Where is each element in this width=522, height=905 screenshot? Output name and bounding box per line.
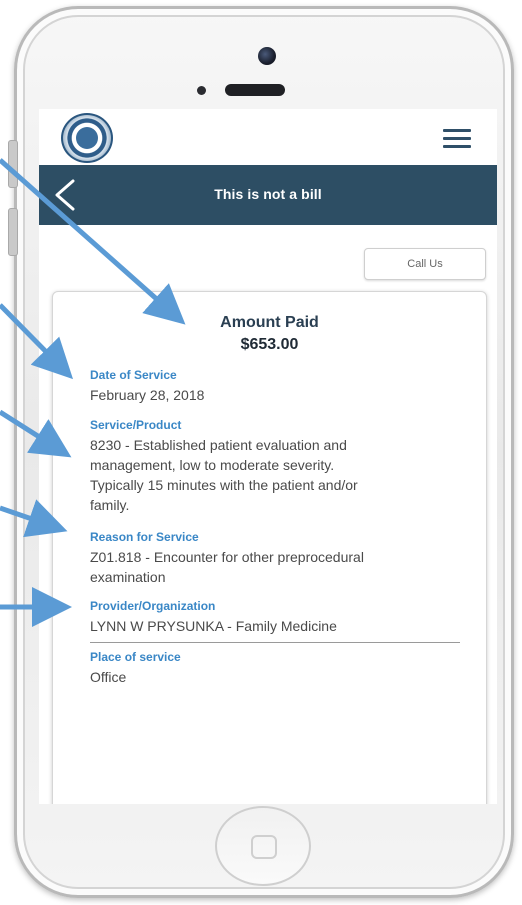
seal-logo-icon <box>61 113 113 163</box>
phone-side-button <box>8 140 18 188</box>
front-camera <box>258 47 276 65</box>
place-of-service-field: Place of service Office <box>90 650 430 687</box>
reason-for-service-value: Z01.818 - Encounter for other preprocedu… <box>90 547 450 587</box>
reason-for-service-label: Reason for Service <box>90 530 199 544</box>
service-product-line: Typically 15 minutes with the patient an… <box>90 477 358 493</box>
claim-detail-card: Amount Paid $653.00 Date of Service Febr… <box>52 291 487 804</box>
phone-side-button <box>8 208 18 256</box>
provider-value: LYNN W PRYSUNKA - Family Medicine <box>90 618 337 634</box>
date-of-service-field: Date of Service February 28, 2018 <box>90 368 430 405</box>
service-product-value: 8230 - Established patient evaluation an… <box>90 435 450 515</box>
amount-paid-value: $653.00 <box>240 336 299 353</box>
place-of-service-value: Office <box>90 669 127 685</box>
title-bar: This is not a bill <box>39 165 497 225</box>
reason-for-service-line: examination <box>90 569 166 585</box>
hamburger-menu-icon[interactable] <box>443 129 471 149</box>
page-title: This is not a bill <box>214 186 322 202</box>
service-product-line: 8230 - Established patient evaluation an… <box>90 437 347 453</box>
place-of-service-label: Place of service <box>90 650 181 664</box>
app-header <box>39 109 497 165</box>
proximity-sensor <box>197 86 206 95</box>
earpiece-speaker <box>225 84 285 96</box>
service-product-line: management, low to moderate severity. <box>90 457 335 473</box>
main-content: Call Us Amount Paid $653.00 Date of Serv… <box>39 225 497 804</box>
service-product-label: Service/Product <box>90 418 182 432</box>
call-us-button[interactable]: Call Us <box>364 248 486 280</box>
service-product-field: Service/Product 8230 - Established patie… <box>90 418 450 515</box>
service-product-line: family. <box>90 497 130 513</box>
reason-for-service-line: Z01.818 - Encounter for other preprocedu… <box>90 549 364 565</box>
provider-label: Provider/Organization <box>90 599 216 613</box>
stage: This is not a bill Call Us Amount Paid $… <box>0 0 522 905</box>
phone-screen: This is not a bill Call Us Amount Paid $… <box>39 109 497 804</box>
date-of-service-value: February 28, 2018 <box>90 387 205 403</box>
reason-for-service-field: Reason for Service Z01.818 - Encounter f… <box>90 530 450 587</box>
date-of-service-label: Date of Service <box>90 368 177 382</box>
provider-field: Provider/Organization LYNN W PRYSUNKA - … <box>90 599 450 636</box>
divider <box>90 642 460 643</box>
home-button[interactable] <box>215 806 311 886</box>
amount-paid-label: Amount Paid <box>220 314 319 331</box>
